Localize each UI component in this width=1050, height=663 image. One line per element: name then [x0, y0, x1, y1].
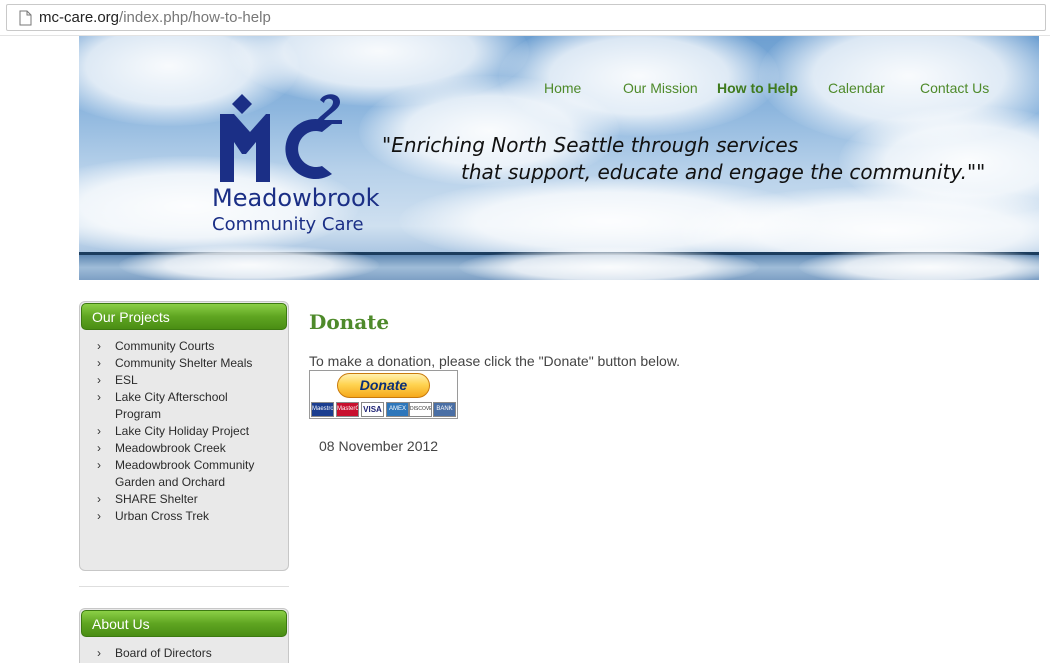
project-label: Community Courts [115, 339, 215, 353]
projects-list: › Community Courts › Community Shelter Mea… [80, 331, 288, 531]
project-urban-cross-trek[interactable]: › Urban Cross Trek [80, 508, 288, 525]
visa-card-icon: VISA [361, 402, 384, 417]
banner-sky-strip [79, 245, 1039, 280]
about-us-module: About Us › Board of Directors [79, 608, 289, 663]
maestro-card-icon: Maestro [311, 402, 334, 417]
chevron-right-icon: › [97, 424, 101, 438]
bank-icon: BANK [433, 402, 456, 417]
donate-button[interactable]: Donate [337, 373, 430, 398]
logo-text-community-care: Community Care [212, 214, 364, 235]
logo-mark [220, 94, 342, 182]
project-lake-city-afterschool[interactable]: › Lake City Afterschool Program [80, 389, 288, 423]
our-projects-heading: Our Projects [81, 303, 287, 330]
project-label: SHARE Shelter [115, 492, 198, 506]
project-esl[interactable]: › ESL [80, 372, 288, 389]
project-meadowbrook-creek[interactable]: › Meadowbrook Creek [80, 440, 288, 457]
chevron-right-icon: › [97, 492, 101, 506]
tagline-line-2: that support, educate and engage the com… [461, 160, 986, 184]
project-label: Lake City Holiday Project [115, 424, 250, 438]
browser-address-bar: mc-care.org/index.php/how-to-help [0, 0, 1050, 36]
nav-how-to-help[interactable]: How to Help [717, 80, 798, 96]
about-list: › Board of Directors [80, 638, 288, 663]
chevron-right-icon: › [97, 356, 101, 370]
discover-card-icon: DISCOVER [409, 402, 432, 417]
about-label: Board of Directors [115, 646, 212, 660]
url-field[interactable]: mc-care.org/index.php/how-to-help [6, 4, 1046, 31]
url-path: /index.php/how-to-help [119, 9, 271, 26]
chevron-right-icon: › [97, 390, 101, 404]
project-community-courts[interactable]: › Community Courts [80, 338, 288, 355]
our-projects-module: Our Projects › Community Courts › Communit… [79, 301, 289, 571]
chevron-right-icon: › [97, 373, 101, 387]
url-domain: mc-care.org [39, 9, 120, 26]
project-label: Urban Cross Trek [115, 509, 210, 523]
paypal-donate-widget: Donate Maestro MasterCard VISA AMEX DISC… [309, 370, 458, 419]
project-label: Community Shelter Meals [115, 356, 253, 370]
page-icon [19, 10, 32, 26]
project-lake-city-holiday[interactable]: › Lake City Holiday Project [80, 423, 288, 440]
logo-text-meadowbrook: Meadowbrook [212, 184, 380, 212]
chevron-right-icon: › [97, 646, 101, 660]
nav-our-mission[interactable]: Our Mission [623, 80, 698, 96]
nav-calendar[interactable]: Calendar [828, 80, 885, 96]
main-navigation: Home Our Mission How to Help Calendar Co… [0, 80, 1050, 100]
chevron-right-icon: › [97, 458, 101, 472]
chevron-right-icon: › [97, 509, 101, 523]
nav-home[interactable]: Home [544, 80, 581, 96]
about-us-heading: About Us [81, 610, 287, 637]
page-title: Donate [309, 310, 390, 334]
publish-date: 08 November 2012 [319, 438, 439, 454]
project-label: Lake City Afterschool Program [115, 390, 228, 421]
project-community-shelter-meals[interactable]: › Community Shelter Meals [80, 355, 288, 372]
nav-contact-us[interactable]: Contact Us [920, 80, 989, 96]
project-label: Meadowbrook Community Garden and Orchard [115, 458, 255, 489]
project-community-garden[interactable]: › Meadowbrook Community Garden and Orchar… [80, 457, 288, 491]
donation-instructions: To make a donation, please click the "Do… [309, 353, 681, 369]
project-share-shelter[interactable]: › SHARE Shelter [80, 491, 288, 508]
amex-card-icon: AMEX [386, 402, 409, 417]
tagline-line-1: "Enriching North Seattle through service… [382, 133, 799, 157]
mastercard-icon: MasterCard [336, 402, 359, 417]
project-label: ESL [115, 373, 138, 387]
sidebar-divider [79, 586, 289, 587]
chevron-right-icon: › [97, 441, 101, 455]
chevron-right-icon: › [97, 339, 101, 353]
about-board-of-directors[interactable]: › Board of Directors [80, 645, 288, 662]
project-label: Meadowbrook Creek [115, 441, 226, 455]
